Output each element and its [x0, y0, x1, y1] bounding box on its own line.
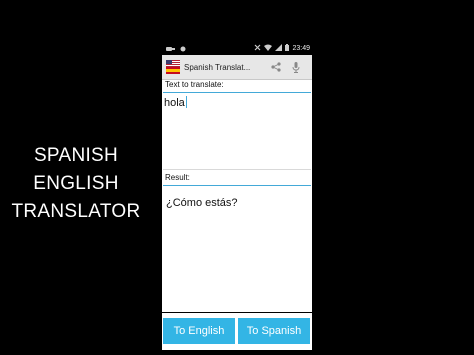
- translator-content: Text to translate: hola Result: ¿Cómo es…: [162, 80, 312, 350]
- promo-line: SPANISH: [33, 145, 119, 166]
- result-text: ¿Cómo estás?: [166, 197, 238, 209]
- input-value: hola: [164, 97, 185, 109]
- microphone-icon[interactable]: [286, 57, 306, 77]
- app-flag-icon[interactable]: [166, 60, 180, 74]
- text-caret: [185, 96, 187, 108]
- input-label-divider: [163, 92, 311, 93]
- promo-line: ENGLISH: [33, 173, 119, 194]
- to-english-button[interactable]: To English: [163, 318, 235, 344]
- input-bottom-border: [163, 169, 311, 170]
- result-label-divider: [163, 185, 311, 186]
- signal-icon: [275, 44, 283, 53]
- app-title: Spanish Translat...: [184, 62, 251, 72]
- clock: 23:49: [292, 45, 310, 52]
- status-bar: 23:49: [162, 42, 312, 55]
- text-to-translate-input[interactable]: hola: [164, 96, 309, 166]
- debug-icon: [180, 46, 186, 54]
- action-bar: Spanish Translat...: [162, 55, 312, 80]
- share-icon[interactable]: [266, 57, 286, 77]
- mute-icon: [254, 44, 261, 53]
- wifi-icon: [264, 44, 273, 53]
- result-label: Result:: [165, 173, 190, 182]
- promo-text: SPANISH ENGLISH TRANSLATOR: [0, 142, 152, 226]
- usb-icon: [166, 47, 177, 54]
- phone-screen: 23:49 Spanish Translat... Text to transl…: [162, 42, 312, 350]
- promo-line: TRANSLATOR: [11, 201, 141, 222]
- battery-icon: [285, 44, 290, 53]
- input-label: Text to translate:: [165, 80, 224, 89]
- to-spanish-button[interactable]: To Spanish: [238, 318, 310, 344]
